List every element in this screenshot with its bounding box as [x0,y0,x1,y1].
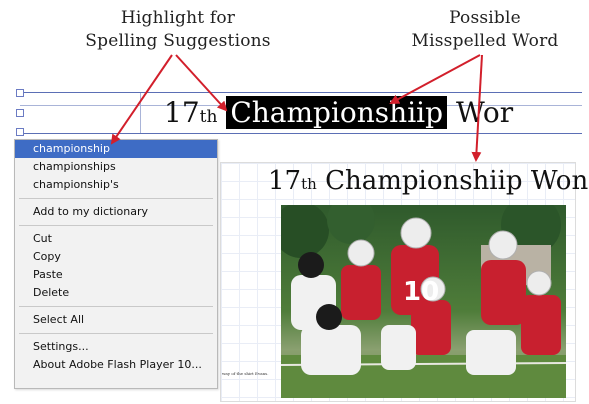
callout-arrows [110,54,483,162]
arrow-to-highlight [175,54,228,112]
arrow-to-suggestion [110,54,173,145]
arrow-to-headline-word [389,54,481,104]
arrow-to-preview-word [471,54,483,162]
